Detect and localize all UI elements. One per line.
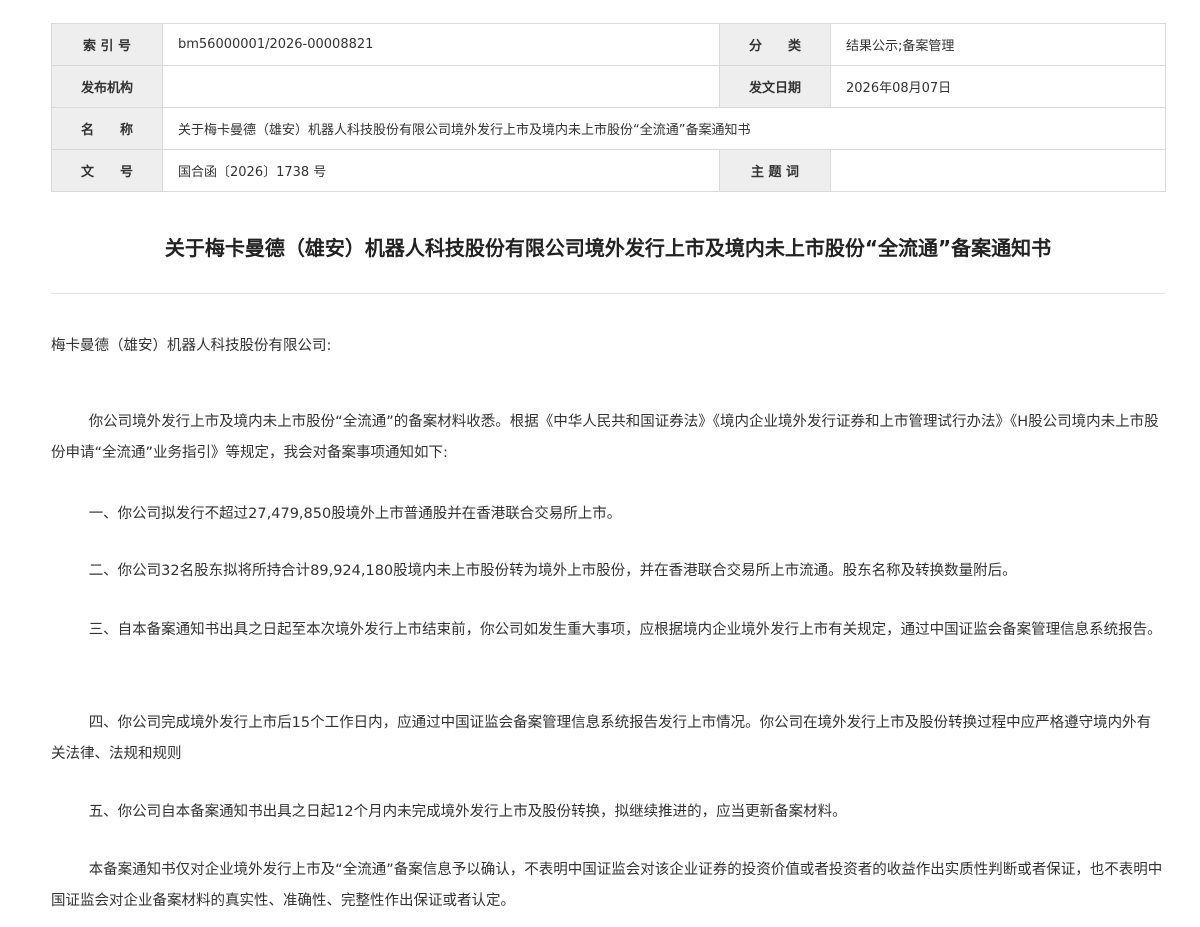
- category-label: 分 类: [719, 23, 831, 66]
- docno-label: 文 号: [51, 149, 163, 192]
- metadata-row-docno: 文 号 国合函〔2026〕1738 号 主 题 词: [51, 149, 1166, 192]
- issuer-label: 发布机构: [51, 65, 163, 108]
- paragraph-item-3: 三、自本备案通知书出具之日起至本次境外发行上市结束前，你公司如发生重大事项，应根…: [88, 621, 1162, 638]
- category-value: 结果公示;备案管理: [830, 23, 1166, 66]
- paragraph-item-5: 五、你公司自本备案通知书出具之日起12个月内未完成境外发行上市及股份转换，拟继续…: [88, 803, 847, 820]
- index-label: 索 引 号: [51, 23, 163, 66]
- paragraph-item-4: 四、你公司完成境外发行上市后15个工作日内，应通过中国证监会备案管理信息系统报告…: [51, 714, 1152, 762]
- metadata-row-index: 索 引 号 bm56000001/2026-00008821 分 类 结果公示;…: [51, 23, 1166, 66]
- metadata-row-name: 名 称 关于梅卡曼德（雄安）机器人科技股份有限公司境外发行上市及境内未上市股份“…: [51, 107, 1166, 150]
- index-value: bm56000001/2026-00008821: [162, 23, 720, 66]
- subject-value: [830, 149, 1166, 192]
- docno-value: 国合函〔2026〕1738 号: [162, 149, 720, 192]
- addressee: 梅卡曼德（雄安）机器人科技股份有限公司:: [51, 338, 332, 354]
- paragraph-intro: 你公司境外发行上市及境内未上市股份“全流通”的备案材料收悉。根据《中华人民共和国…: [51, 413, 1159, 461]
- metadata-row-issuer: 发布机构 发文日期 2026年08月07日: [51, 65, 1166, 108]
- paragraph-item-2: 二、你公司32名股东拟将所持合计89,924,180股境内未上市股份转为境外上市…: [88, 562, 1017, 579]
- date-value: 2026年08月07日: [830, 65, 1166, 108]
- subject-label: 主 题 词: [719, 149, 831, 192]
- document-title: 关于梅卡曼德（雄安）机器人科技股份有限公司境外发行上市及境内未上市股份“全流通”…: [164, 236, 1052, 260]
- title-divider: [51, 293, 1165, 294]
- paragraph-item-1: 一、你公司拟发行不超过27,479,850股境外上市普通股并在香港联合交易所上市…: [88, 505, 622, 522]
- paragraph-disclaimer: 本备案通知书仅对企业境外发行上市及“全流通”备案信息予以确认，不表明中国证监会对…: [51, 861, 1163, 909]
- issuer-value: [162, 65, 720, 108]
- name-value: 关于梅卡曼德（雄安）机器人科技股份有限公司境外发行上市及境内未上市股份“全流通”…: [162, 107, 1166, 150]
- metadata-table: 索 引 号 bm56000001/2026-00008821 分 类 结果公示;…: [51, 23, 1166, 192]
- date-label: 发文日期: [719, 65, 831, 108]
- name-label: 名 称: [51, 107, 163, 150]
- document-page: 索 引 号 bm56000001/2026-00008821 分 类 结果公示;…: [0, 0, 1200, 927]
